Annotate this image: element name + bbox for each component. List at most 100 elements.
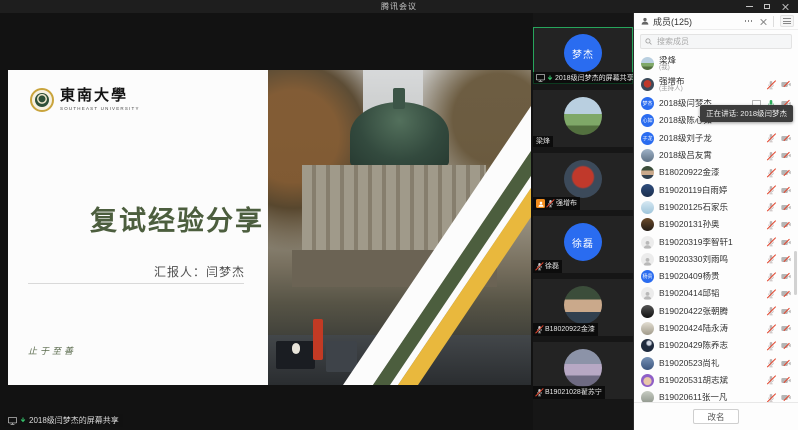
member-name: B19020409杨贵: [659, 272, 720, 281]
member-avatar: 梦杰: [641, 97, 654, 110]
search-input[interactable]: [655, 36, 787, 47]
member-name: B18020922金漆: [659, 168, 720, 177]
member-row[interactable]: B19020330刘雨鸣: [634, 251, 798, 268]
member-avatar: [641, 149, 654, 162]
member-avatar: [641, 391, 654, 402]
members-icon: [641, 17, 649, 25]
muted-mic-icon: [767, 341, 775, 351]
scrollbar[interactable]: [794, 251, 797, 295]
member-name: B19020125石家乐: [659, 203, 728, 212]
member-row[interactable]: B19020523尚礼: [634, 354, 798, 371]
university-name-cn: 東南大學: [60, 89, 140, 104]
muted-mic-icon: [767, 254, 775, 264]
camera-off-icon: [781, 221, 791, 228]
video-tile[interactable]: B19021028翟苏宁: [533, 342, 633, 399]
meeting-window: 腾讯会议 東南大學 SOUTHEAST UNIVERSITY: [0, 0, 798, 430]
muted-mic-icon: [767, 375, 775, 385]
muted-mic-icon: [767, 202, 775, 212]
campus-building-photo: [268, 70, 531, 385]
screen-share-stage: 東南大學 SOUTHEAST UNIVERSITY: [0, 13, 533, 430]
member-avatar: [641, 374, 654, 387]
more-options-button[interactable]: [743, 18, 755, 24]
member-row[interactable]: B19020125石家乐: [634, 199, 798, 216]
member-name: B19020531胡志斌: [659, 376, 728, 385]
member-row[interactable]: B19020531胡志斌: [634, 372, 798, 389]
member-row[interactable]: 杨贵B19020409杨贵: [634, 268, 798, 285]
camera-off-icon: [781, 273, 791, 280]
minimize-button[interactable]: [740, 0, 758, 13]
video-tile[interactable]: 梁烽: [533, 90, 633, 147]
window-title: 腾讯会议: [381, 1, 417, 12]
camera-off-icon: [781, 239, 791, 246]
muted-mic-icon: [767, 272, 775, 282]
member-avatar: [641, 357, 654, 370]
close-window-button[interactable]: [776, 0, 794, 13]
muted-mic-icon: [767, 185, 775, 195]
member-row[interactable]: B18020922金漆: [634, 164, 798, 181]
camera-off-icon: [781, 394, 791, 401]
presentation-slide: 東南大學 SOUTHEAST UNIVERSITY: [8, 70, 531, 385]
slide-motto: 止于至善: [28, 344, 76, 357]
member-name: B19020414邱韬: [659, 289, 720, 298]
member-row[interactable]: 强增布(主持人): [634, 74, 798, 95]
member-row[interactable]: 梁烽(我): [634, 53, 798, 74]
member-row[interactable]: B19020414邱韬: [634, 285, 798, 302]
muted-mic-icon: [767, 151, 775, 161]
camera-off-icon: [781, 290, 791, 297]
close-panel-button[interactable]: [760, 18, 767, 25]
member-avatar: [641, 218, 654, 231]
muted-mic-icon: [767, 237, 775, 247]
window-titlebar: 腾讯会议: [0, 0, 798, 13]
member-role-tag: (我): [659, 65, 676, 72]
member-name: 2018级吕友霄: [659, 151, 712, 160]
member-row[interactable]: B19020422张朝腾: [634, 303, 798, 320]
members-panel-header: 成员(125): [634, 13, 798, 30]
participant-avatar: [564, 349, 602, 387]
camera-off-icon: [781, 325, 791, 332]
participant-avatar: [564, 160, 602, 198]
member-avatar: [641, 57, 654, 70]
video-tile[interactable]: 强增布: [533, 153, 633, 210]
monitor-icon: [8, 417, 17, 425]
member-row[interactable]: 子龙2018级刘子龙: [634, 130, 798, 147]
muted-mic-icon: [767, 80, 775, 90]
camera-off-icon: [781, 152, 791, 159]
search-area: [634, 30, 798, 53]
camera-off-icon: [781, 342, 791, 349]
muted-mic-icon: [767, 289, 775, 299]
slide-title: 复试经验分享: [90, 199, 264, 238]
members-panel-title: 成员(125): [653, 15, 692, 28]
panel-layout-button[interactable]: [780, 15, 794, 27]
member-row[interactable]: B19020429陈养志: [634, 337, 798, 354]
muted-mic-icon: [536, 325, 543, 334]
member-name: B19020429陈养志: [659, 341, 728, 350]
camera-off-icon: [781, 135, 791, 142]
window-controls: [740, 0, 794, 13]
search-box[interactable]: [640, 34, 792, 49]
muted-mic-icon: [767, 168, 775, 178]
member-avatar: [641, 287, 654, 300]
member-row[interactable]: 2018级吕友霄: [634, 147, 798, 164]
muted-mic-icon: [767, 220, 775, 230]
tile-name-label: B18020922金漆: [533, 323, 598, 336]
member-avatar: [641, 184, 654, 197]
divider-line: [28, 283, 244, 284]
window-content: 東南大學 SOUTHEAST UNIVERSITY: [0, 13, 798, 430]
video-tile[interactable]: B18020922金漆: [533, 279, 633, 336]
member-name: B19020422张朝腾: [659, 307, 728, 316]
member-row[interactable]: B19020319李智轩1: [634, 233, 798, 250]
video-tile[interactable]: 梦杰2018级闫梦杰的屏幕共享: [533, 27, 633, 84]
member-row[interactable]: B19020131孙奥: [634, 216, 798, 233]
video-tile[interactable]: 徐磊徐磊: [533, 216, 633, 273]
member-name: B19020330刘雨鸣: [659, 255, 728, 264]
rename-button[interactable]: 改名: [693, 409, 739, 424]
participant-avatar: [564, 286, 602, 324]
camera-off-icon: [781, 81, 791, 88]
member-name: B19020319李智轩1: [659, 238, 733, 247]
maximize-button[interactable]: [758, 0, 776, 13]
member-row[interactable]: B19020424陆永涛: [634, 320, 798, 337]
members-panel: 成员(125) 梁烽(我)强增布(主持人)梦杰2018级闫梦杰心如2018级陈心…: [633, 13, 798, 430]
member-row[interactable]: B19020611张一凡: [634, 389, 798, 402]
camera-off-icon: [781, 187, 791, 194]
member-row[interactable]: B19020119白雨婷: [634, 181, 798, 198]
